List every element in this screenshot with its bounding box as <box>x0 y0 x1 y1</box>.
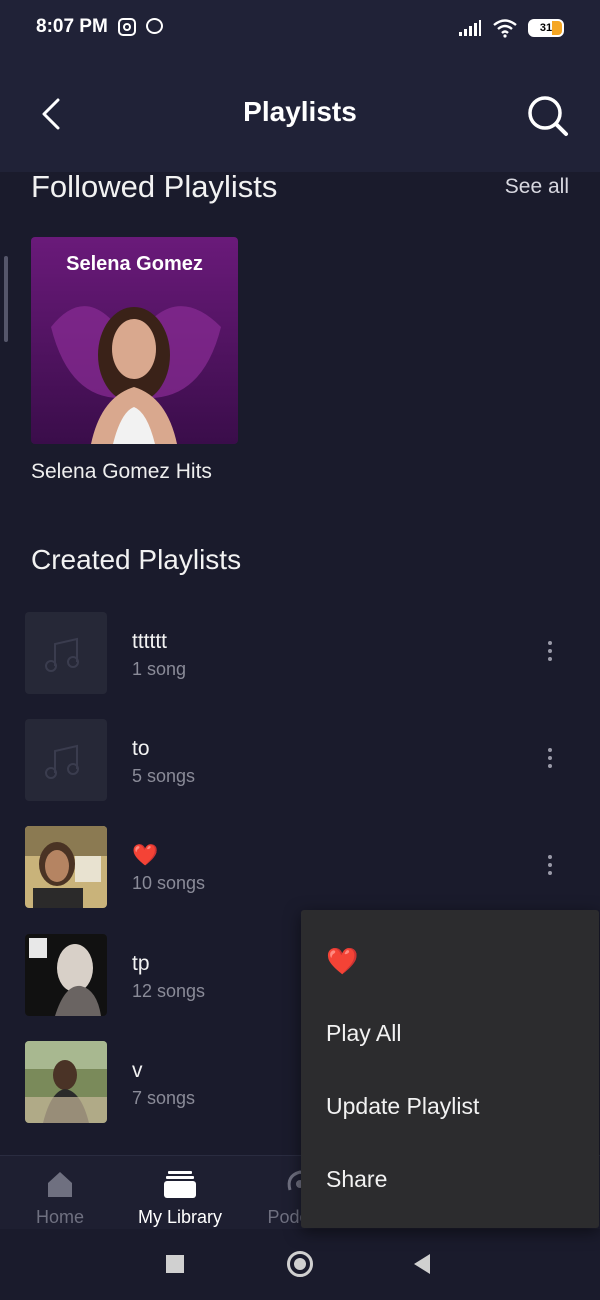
followed-playlist-name[interactable]: Selena Gomez Hits <box>31 460 212 484</box>
back-button[interactable] <box>412 1253 432 1275</box>
recents-button[interactable] <box>166 1255 184 1273</box>
album-art <box>25 826 107 908</box>
playlist-thumb-image <box>25 934 107 1016</box>
page-title: Playlists <box>243 96 357 127</box>
menu-item-favorite[interactable]: ❤️ <box>326 946 358 977</box>
followed-playlists-heading: Followed Playlists <box>31 169 278 204</box>
battery-icon: 31 <box>528 19 564 37</box>
created-playlists-heading: Created Playlists <box>31 544 242 575</box>
playlist-context-menu: ❤️ Play All Update Playlist Share <box>301 910 599 1228</box>
search-icon[interactable] <box>526 94 570 138</box>
home-button[interactable] <box>287 1251 313 1277</box>
playlists-screen: 8:07 PM 31 Playlists Followed Playlists … <box>0 0 600 1300</box>
more-options-icon[interactable] <box>538 852 562 884</box>
cover-title: Selena Gomez <box>66 253 203 275</box>
app-header: 8:07 PM 31 Playlists <box>0 0 600 172</box>
playlist-name: tttttt <box>132 630 168 653</box>
playlist-row[interactable]: to 5 songs <box>0 719 600 803</box>
see-all-link[interactable]: See all <box>505 175 569 199</box>
status-time: 8:07 PM <box>36 16 108 37</box>
menu-item-share[interactable]: Share <box>326 1166 387 1193</box>
playlist-name: to <box>132 737 150 760</box>
playlist-song-count: 12 songs <box>132 981 206 1001</box>
nav-home[interactable]: Home <box>0 1156 120 1230</box>
library-icon <box>164 1171 196 1198</box>
playlist-song-count: 7 songs <box>132 1088 196 1108</box>
music-note-icon <box>45 744 79 779</box>
playlist-name: ❤️ <box>132 844 159 867</box>
more-options-icon[interactable] <box>538 638 562 670</box>
playlist-song-count: 1 song <box>132 659 187 679</box>
menu-item-update-playlist[interactable]: Update Playlist <box>326 1093 479 1120</box>
music-note-icon <box>45 637 79 672</box>
album-art <box>25 934 107 1016</box>
followed-playlist-cover[interactable]: Selena Gomez <box>31 237 238 444</box>
status-right-icons: 31 <box>458 17 564 39</box>
wifi-icon <box>493 19 517 38</box>
signal-icon <box>459 20 481 36</box>
playlist-song-count: 5 songs <box>132 766 196 786</box>
playlist-song-count: 10 songs <box>132 873 206 893</box>
playlist-row[interactable]: tttttt 1 song <box>0 612 600 696</box>
playlist-row[interactable]: ❤️ 10 songs <box>0 826 600 910</box>
home-icon <box>48 1172 72 1197</box>
playlist-thumb-image <box>25 1041 107 1123</box>
album-art <box>25 1041 107 1123</box>
playlist-name: tp <box>132 952 150 975</box>
playlist-thumb-placeholder <box>25 612 107 694</box>
nav-home-label: Home <box>35 1207 84 1227</box>
menu-item-play-all[interactable]: Play All <box>326 1020 401 1047</box>
chat-notification-icon <box>146 18 163 34</box>
status-bar: 8:07 PM 31 <box>0 0 600 56</box>
playlist-thumb-placeholder <box>25 719 107 801</box>
scrollbar[interactable] <box>4 256 8 342</box>
playlist-name: v <box>132 1059 143 1082</box>
playlist-thumb-image <box>25 826 107 908</box>
more-options-icon[interactable] <box>538 745 562 777</box>
battery-level: 31 <box>539 22 553 34</box>
system-navigation-bar <box>0 1229 600 1300</box>
instagram-icon <box>118 18 136 36</box>
